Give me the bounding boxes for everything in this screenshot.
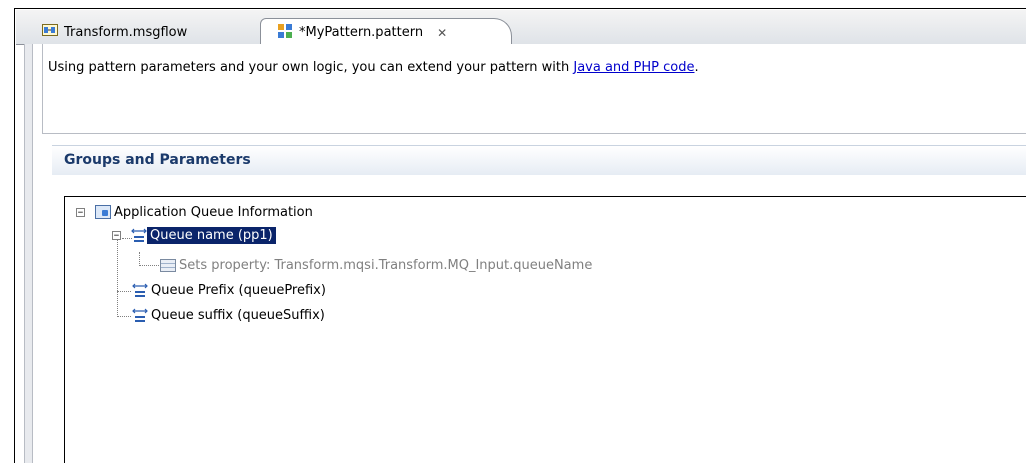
- group-icon: [95, 205, 111, 219]
- param-label: Queue Prefix (queuePrefix): [151, 282, 326, 298]
- tab-mypattern[interactable]: *MyPattern.pattern ✕: [260, 18, 512, 46]
- tab-label: *MyPattern.pattern: [299, 25, 424, 40]
- tree-connector: [117, 316, 131, 317]
- tree-param-row[interactable]: Queue suffix (queueSuffix): [132, 306, 328, 324]
- section-title: Groups and Parameters: [64, 152, 251, 168]
- property-table-icon: [160, 258, 176, 272]
- close-icon[interactable]: ✕: [437, 26, 447, 40]
- tab-label: Transform.msgflow: [64, 24, 188, 40]
- tree-connector: [139, 265, 159, 266]
- collapse-icon[interactable]: −: [76, 207, 85, 217]
- description-suffix: .: [694, 60, 699, 75]
- description-text: Using pattern parameters and your own lo…: [48, 60, 699, 75]
- msgflow-icon: [42, 24, 58, 40]
- tree-param-row[interactable]: Queue Prefix (queuePrefix): [132, 281, 329, 299]
- group-label: Application Queue Information: [114, 204, 313, 220]
- tree-param-row[interactable]: − Queue name (pp1): [112, 226, 276, 244]
- java-php-link[interactable]: Java and PHP code: [573, 60, 694, 75]
- tree-connector: [117, 235, 118, 317]
- param-label: Queue suffix (queueSuffix): [151, 307, 325, 323]
- property-label: Sets property: Transform.mqsi.Transform.…: [179, 257, 593, 273]
- tree-property-row[interactable]: Sets property: Transform.mqsi.Transform.…: [160, 256, 595, 274]
- description-area: [42, 44, 1026, 134]
- tab-transform-msgflow[interactable]: Transform.msgflow: [36, 20, 256, 44]
- tree-group-row[interactable]: − Application Queue Information: [76, 203, 316, 221]
- pattern-icon: [277, 23, 293, 43]
- parameter-icon: [132, 306, 148, 324]
- tree-connector: [139, 252, 140, 266]
- description-body: Using pattern parameters and your own lo…: [48, 60, 574, 75]
- editor-tab-bar: Transform.msgflow *MyPattern.pattern ✕: [16, 10, 1026, 46]
- tree-connector: [117, 291, 131, 292]
- param-label: Queue name (pp1): [147, 226, 276, 244]
- collapse-icon[interactable]: −: [112, 230, 121, 240]
- parameter-icon: [131, 226, 147, 244]
- parameter-icon: [132, 281, 148, 299]
